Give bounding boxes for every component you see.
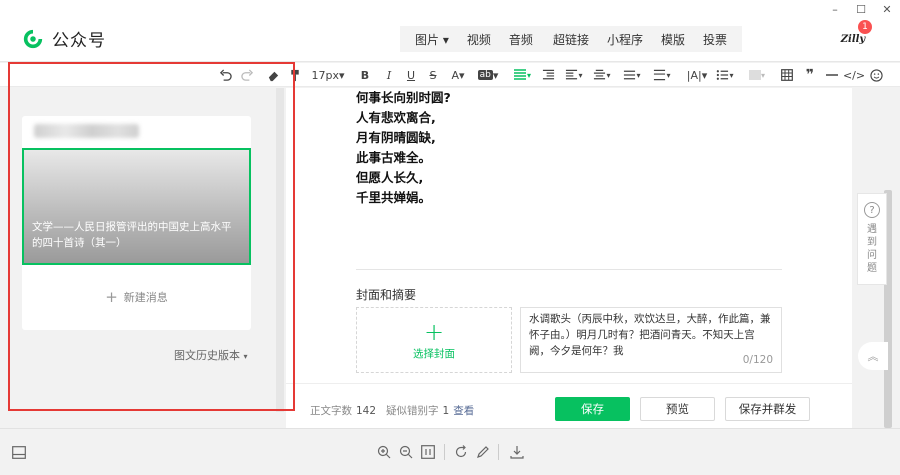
italic-icon[interactable]: I: [382, 67, 396, 83]
poem-line: 此事古难全。: [356, 150, 432, 165]
insert-miniprogram-button[interactable]: 小程序: [598, 31, 652, 48]
format-painter-icon[interactable]: [288, 67, 302, 83]
insert-video-button[interactable]: 视频: [458, 31, 500, 48]
plus-icon: +: [105, 288, 118, 306]
wechat-official-logo-icon: [23, 29, 43, 48]
background-icon[interactable]: ▾: [746, 67, 768, 83]
strikethrough-icon[interactable]: S: [426, 67, 440, 83]
view-typos-link[interactable]: 查看: [453, 405, 474, 417]
article-card: 文学——人民日报管评出的中国史上高水平的四十首诗（其一） + 新建消息: [22, 116, 251, 330]
chevron-down-icon: ▾: [243, 352, 248, 361]
left-scrollbar[interactable]: [276, 88, 284, 412]
summary-text: 水调歌头（丙辰中秋，欢饮达旦，大醉，作此篇，兼怀子由。）明月几时有？把酒问青天。…: [529, 313, 771, 357]
double-chevron-up-icon: ︽: [867, 350, 879, 363]
question-icon: ?: [864, 202, 880, 218]
highlight-icon[interactable]: ab ▾: [477, 67, 499, 83]
new-message-button[interactable]: + 新建消息: [22, 288, 251, 306]
plus-icon: +: [423, 317, 445, 346]
separator: [444, 444, 445, 460]
zoom-in-icon[interactable]: [375, 443, 393, 461]
user-avatar-area[interactable]: Zilly 1: [838, 20, 872, 54]
insert-audio-button[interactable]: 音频: [500, 31, 542, 48]
window-controls: – ☐ ✕: [822, 0, 900, 18]
maximize-button[interactable]: ☐: [848, 0, 874, 18]
preview-button[interactable]: 预览: [640, 397, 715, 421]
app-header: 公众号 图片 ▾ 视频 音频 超链接 小程序 模版 投票 Zilly 1: [0, 0, 900, 62]
quote-icon[interactable]: ❞: [803, 67, 817, 83]
history-version-link[interactable]: 图文历史版本 ▾: [174, 347, 248, 363]
align-center-icon[interactable]: ▾: [592, 67, 612, 83]
close-button[interactable]: ✕: [874, 0, 900, 18]
editor-area[interactable]: 何事长向别时圆? 人有悲欢离合, 月有阴晴圆缺, 此事古难全。 但愿人长久, 千…: [286, 88, 852, 428]
media-insert-group: 图片 ▾ 视频 音频: [400, 26, 548, 52]
eraser-icon[interactable]: [266, 67, 280, 83]
insert-vote-button[interactable]: 投票: [694, 31, 736, 48]
align-left-icon[interactable]: ▾: [512, 67, 532, 83]
summary-char-count: 0/120: [742, 354, 773, 366]
redo-icon[interactable]: [240, 67, 254, 83]
layout-icon[interactable]: [10, 443, 28, 461]
list-icon[interactable]: ▾: [714, 67, 736, 83]
minimize-button[interactable]: –: [822, 0, 848, 18]
actual-size-icon[interactable]: [419, 443, 437, 461]
insert-link-button[interactable]: 超链接: [544, 31, 598, 48]
scroll-top-button[interactable]: ︽: [858, 342, 888, 370]
editor-toolbar: 17px ▾ B I U S A▾ ab ▾ ▾ ▾ ▾ ▾ ▾ |A|▾ ▾ ▾ …: [0, 63, 900, 87]
underline-icon[interactable]: U: [404, 67, 418, 83]
section-divider: [356, 269, 782, 270]
summary-textarea[interactable]: 水调歌头（丙辰中秋，欢饮达旦，大醉，作此篇，兼怀子由。）明月几时有？把酒问青天。…: [520, 307, 782, 373]
insert-template-button[interactable]: 模版: [652, 31, 694, 48]
line-spacing-icon[interactable]: ▾: [622, 67, 642, 83]
bottom-toolbar: [0, 428, 900, 475]
article-title: 文学——人民日报管评出的中国史上高水平的四十首诗（其一）: [32, 221, 232, 249]
notification-badge: 1: [858, 20, 872, 34]
poem-line: 但愿人长久,: [356, 170, 424, 185]
bold-icon[interactable]: B: [358, 67, 372, 83]
poem-line: 月有阴晴圆缺,: [356, 130, 436, 145]
help-button[interactable]: ? 遇到问题: [857, 193, 887, 285]
paragraph-spacing-icon[interactable]: ▾: [652, 67, 672, 83]
select-cover-label: 选择封面: [413, 347, 455, 360]
rotate-icon[interactable]: [452, 443, 470, 461]
poem-line: 千里共婵娟。: [356, 190, 432, 205]
outdent-icon[interactable]: ▾: [564, 67, 584, 83]
editor-footer: 正文字数 142 疑似错别字 1 查看 保存 预览 保存并群发: [286, 383, 852, 428]
select-cover-button[interactable]: + 选择封面: [356, 307, 512, 373]
indent-icon[interactable]: [540, 67, 556, 83]
feature-insert-group: 超链接 小程序 模版 投票: [538, 26, 743, 52]
help-label: 遇到问题: [867, 224, 877, 274]
app-name: 公众号: [52, 31, 106, 51]
letter-spacing-icon[interactable]: |A|▾: [686, 67, 708, 83]
save-and-publish-button[interactable]: 保存并群发: [725, 397, 810, 421]
article-cover-selected[interactable]: 文学——人民日报管评出的中国史上高水平的四十首诗（其一）: [22, 148, 251, 265]
font-size-select[interactable]: 17px ▾: [311, 67, 344, 83]
article-body[interactable]: 何事长向别时圆? 人有悲欢离合, 月有阴晴圆缺, 此事古难全。 但愿人长久, 千…: [356, 88, 451, 208]
separator: [498, 444, 499, 460]
divider-icon[interactable]: [825, 67, 839, 83]
zoom-out-icon[interactable]: [397, 443, 415, 461]
poem-line: 人有悲欢离合,: [356, 110, 436, 125]
emoji-icon[interactable]: [869, 67, 883, 83]
code-icon[interactable]: </>: [843, 67, 865, 83]
save-button[interactable]: 保存: [555, 397, 630, 421]
word-count-info: 正文字数 142 疑似错别字 1 查看: [310, 405, 475, 417]
poem-line: 何事长向别时圆?: [356, 90, 451, 105]
download-icon[interactable]: [508, 443, 526, 461]
blurred-account-name: [34, 124, 139, 138]
edit-icon[interactable]: [474, 443, 492, 461]
insert-image-button[interactable]: 图片 ▾: [406, 31, 458, 48]
app-logo[interactable]: 公众号: [22, 26, 106, 51]
table-icon[interactable]: [780, 67, 794, 83]
undo-icon[interactable]: [218, 67, 232, 83]
cover-section-label: 封面和摘要: [356, 288, 417, 302]
font-color-icon[interactable]: A▾: [448, 67, 468, 83]
